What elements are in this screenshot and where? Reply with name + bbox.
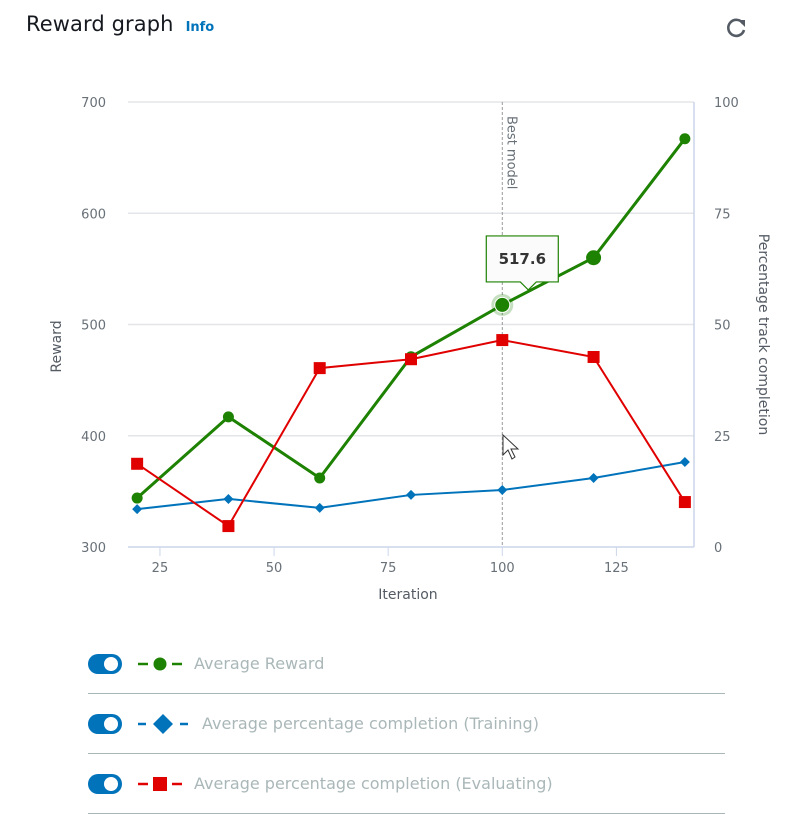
y2-tick-label: 100 xyxy=(714,96,739,111)
page-title: Reward graph xyxy=(26,12,174,36)
x-tick-label: 25 xyxy=(152,561,169,576)
data-point xyxy=(131,457,144,470)
y2-tick-label: 75 xyxy=(714,207,731,222)
grid-lines xyxy=(128,101,694,437)
series-circle xyxy=(131,133,691,504)
x-tick-label: 50 xyxy=(266,561,283,576)
legend-label: Average percentage completion (Training) xyxy=(202,714,539,733)
axes xyxy=(128,102,695,556)
data-point xyxy=(679,457,690,468)
refresh-icon xyxy=(727,18,746,38)
data-point xyxy=(314,472,326,484)
series-square xyxy=(131,334,691,533)
legend-label: Average Reward xyxy=(194,654,325,673)
tooltip: 517.6 xyxy=(485,235,559,291)
data-point xyxy=(678,496,691,509)
toggle-average-evaluating[interactable] xyxy=(88,773,122,794)
y-axis-title: Reward xyxy=(49,320,65,372)
data-point xyxy=(405,353,417,366)
reward-chart: 300 400 500 600 700 0 25 50 75 100 25 50 75 100 125 It… xyxy=(49,96,771,603)
x-tick-label: 125 xyxy=(604,561,629,576)
y-tick-label: 300 xyxy=(81,541,106,556)
data-point xyxy=(222,411,234,423)
series-group xyxy=(131,133,691,533)
x-tick-label: 75 xyxy=(380,561,397,576)
data-point xyxy=(586,250,602,266)
y2-tick-label: 25 xyxy=(714,430,731,445)
y2-tick-label: 0 xyxy=(714,541,722,556)
data-point xyxy=(131,492,143,504)
info-link[interactable]: Info xyxy=(186,20,215,35)
data-point xyxy=(223,493,234,504)
best-model-label: Best model xyxy=(503,116,518,189)
y-tick-label: 700 xyxy=(81,96,106,111)
y2-tick-label: 50 xyxy=(714,319,731,334)
legend-item-evaluating: Average percentage completion (Evaluatin… xyxy=(88,754,725,814)
circle-marker-icon xyxy=(138,657,182,670)
y-tick-label: 400 xyxy=(81,430,106,445)
legend: Average Reward Average percentage comple… xyxy=(88,634,725,814)
square-marker-icon xyxy=(138,776,182,791)
x-tick-label: 100 xyxy=(490,561,515,576)
legend-item-training: Average percentage completion (Training) xyxy=(88,694,725,754)
panel-header: Reward graph Info xyxy=(26,12,214,36)
data-point xyxy=(587,350,600,363)
data-point xyxy=(496,334,509,347)
y-tick-label: 600 xyxy=(81,207,106,222)
refresh-button[interactable] xyxy=(722,14,750,42)
diamond-marker-icon xyxy=(138,713,188,734)
series-diamond xyxy=(132,457,690,515)
y-tick-label: 500 xyxy=(81,319,106,334)
data-point xyxy=(132,504,143,515)
legend-label: Average percentage completion (Evaluatin… xyxy=(194,774,553,793)
legend-item-reward: Average Reward xyxy=(88,634,725,694)
series-line xyxy=(137,461,686,511)
x-axis-title: Iteration xyxy=(378,587,437,603)
series-line xyxy=(136,137,687,500)
data-point xyxy=(497,485,508,496)
mouse-cursor-icon xyxy=(502,433,520,460)
data-point xyxy=(588,473,599,484)
tooltip-value: 517.6 xyxy=(499,250,546,268)
data-point xyxy=(313,362,326,375)
data-point xyxy=(222,520,235,533)
toggle-average-reward[interactable] xyxy=(88,653,122,674)
data-point xyxy=(494,296,511,313)
data-point xyxy=(406,489,416,500)
data-point xyxy=(314,502,325,513)
data-point xyxy=(679,133,691,145)
toggle-average-training[interactable] xyxy=(88,713,122,734)
y2-axis-title: Percentage track completion xyxy=(755,234,771,435)
